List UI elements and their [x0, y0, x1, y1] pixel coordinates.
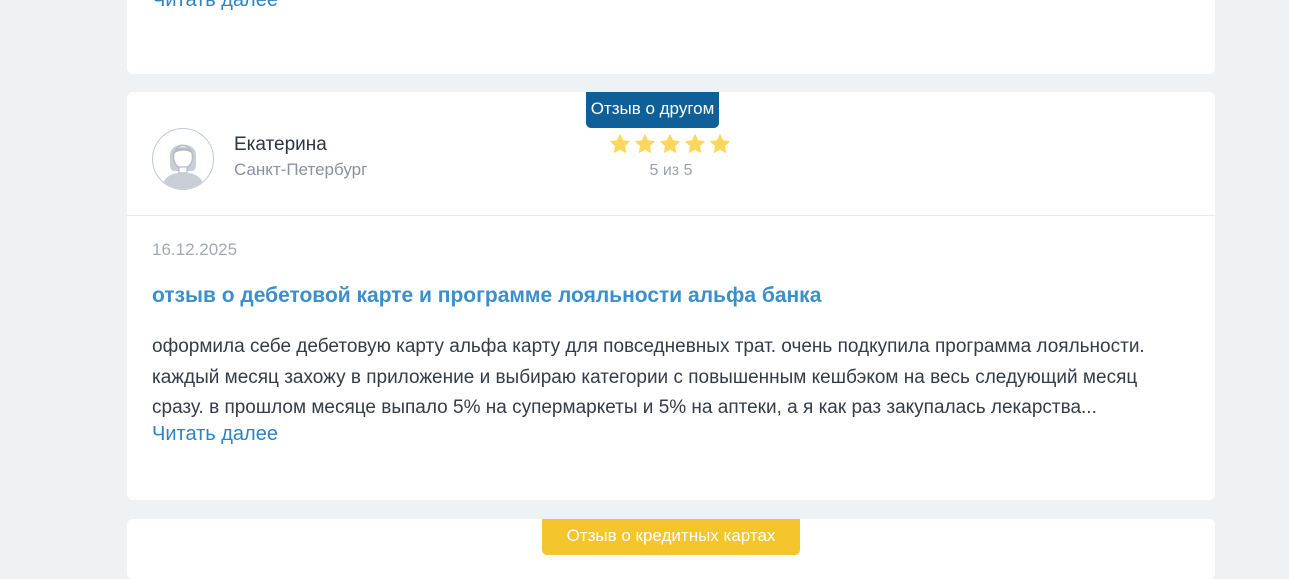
rating-text: 5 из 5 [649, 162, 693, 179]
star-icon [609, 133, 631, 154]
star-icon [634, 133, 656, 154]
rating-stars [608, 132, 733, 158]
review-category-badge: Отзыв о кредитных картах [542, 519, 800, 555]
user-avatar-placeholder-icon [161, 144, 205, 189]
review-date: 16.12.2025 [152, 240, 238, 259]
star-icon [684, 133, 706, 154]
star-icon [659, 133, 681, 154]
review-title-link[interactable]: отзыв о дебетовой карте и программе лоял… [152, 284, 821, 308]
star-icon [709, 133, 731, 154]
review-body: оформила себе дебетовую карту альфа карт… [152, 332, 1197, 424]
divider [127, 215, 1215, 216]
review-body-line: сразу. в прошлом месяце выпало 5% на суп… [152, 397, 1097, 418]
avatar [152, 128, 214, 190]
review-body-line: каждый месяц захожу в приложение и выбир… [152, 366, 1138, 388]
author-name: Екатерина [234, 134, 327, 155]
previous-review-card: Читать далее [127, 0, 1215, 74]
review-category-badge: Отзыв о другом [586, 92, 719, 128]
review-body-line: оформила себе дебетовую карту альфа карт… [152, 336, 1145, 357]
author-city: Санкт-Петербург [234, 160, 368, 179]
read-more-link[interactable]: Читать далее [152, 0, 278, 12]
next-review-card: Отзыв о кредитных картах [127, 519, 1215, 579]
read-more-link[interactable]: Читать далее [152, 423, 278, 446]
review-card: Отзыв о другом Екатерина Санкт-Петербург… [127, 92, 1215, 500]
